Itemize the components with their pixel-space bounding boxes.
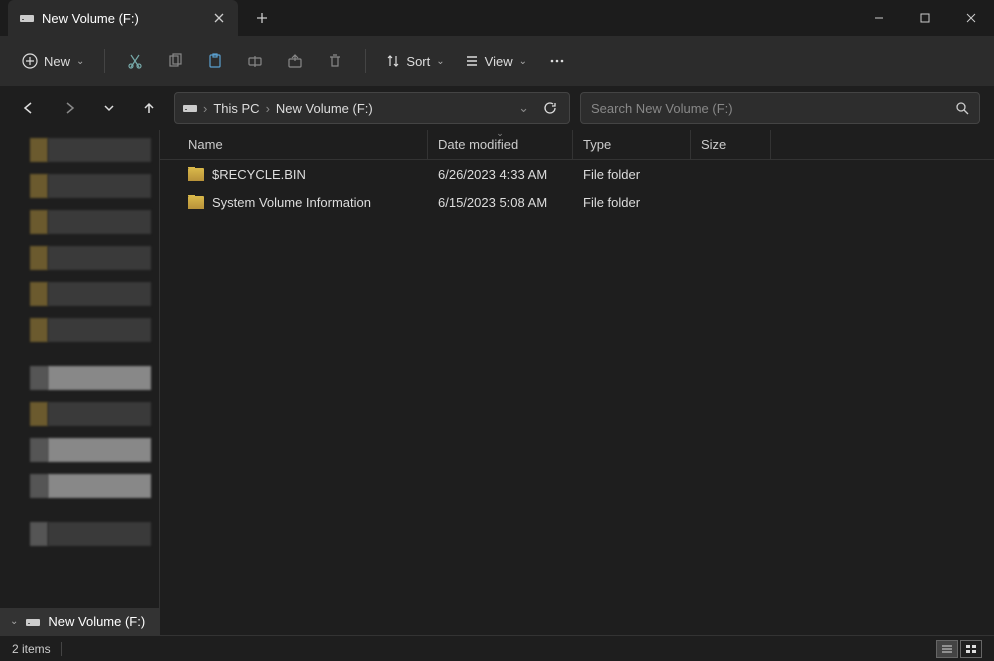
rename-button[interactable]	[237, 43, 273, 79]
file-name: $RECYCLE.BIN	[212, 167, 306, 182]
up-button[interactable]	[134, 93, 164, 123]
address-bar[interactable]: › This PC › New Volume (F:) ⌄	[174, 92, 570, 124]
details-view-button[interactable]	[936, 640, 958, 658]
breadcrumb-pc[interactable]: This PC	[213, 101, 259, 116]
sort-indicator-icon: ⌄	[496, 130, 504, 139]
chevron-down-icon: ⌄	[519, 56, 527, 67]
sort-button[interactable]: Sort ⌄	[378, 48, 452, 75]
back-button[interactable]	[14, 93, 44, 123]
folder-icon	[188, 196, 204, 209]
file-type: File folder	[573, 195, 691, 210]
new-tab-button[interactable]	[248, 4, 276, 32]
minimize-button[interactable]	[856, 0, 902, 36]
table-row[interactable]: $RECYCLE.BIN 6/26/2023 4:33 AMFile folder	[160, 160, 994, 188]
close-tab-button[interactable]	[212, 11, 226, 25]
search-icon[interactable]	[955, 101, 969, 115]
column-date[interactable]: ⌄Date modified	[428, 130, 573, 159]
folder-icon	[188, 168, 204, 181]
chevron-right-icon: ›	[266, 101, 270, 116]
navbar: › This PC › New Volume (F:) ⌄	[0, 86, 994, 130]
maximize-button[interactable]	[902, 0, 948, 36]
delete-button[interactable]	[317, 43, 353, 79]
close-window-button[interactable]	[948, 0, 994, 36]
copy-button[interactable]	[157, 43, 193, 79]
chevron-down-icon: ⌄	[76, 56, 84, 67]
thumbnails-view-button[interactable]	[960, 640, 982, 658]
search-input[interactable]	[591, 101, 955, 116]
more-button[interactable]	[539, 43, 575, 79]
view-icon	[465, 54, 479, 68]
forward-button[interactable]	[54, 93, 84, 123]
drive-icon	[183, 103, 197, 113]
cut-button[interactable]	[117, 43, 153, 79]
sidebar-drive-label: New Volume (F:)	[48, 614, 145, 629]
column-headers: Name ⌄Date modified Type Size	[160, 130, 994, 160]
breadcrumb-location[interactable]: New Volume (F:)	[276, 101, 373, 116]
chevron-down-icon: ⌄	[436, 56, 444, 67]
search-box[interactable]	[580, 92, 980, 124]
sidebar-item-drive[interactable]: ⌄ New Volume (F:)	[0, 608, 159, 635]
recent-button[interactable]	[94, 93, 124, 123]
tab-title: New Volume (F:)	[42, 11, 139, 26]
item-count: 2 items	[12, 642, 51, 656]
file-date: 6/15/2023 5:08 AM	[428, 195, 573, 210]
chevron-down-icon: ⌄	[10, 616, 18, 627]
sort-icon	[386, 54, 400, 68]
drive-icon	[20, 13, 34, 23]
view-button[interactable]: View ⌄	[457, 48, 535, 75]
file-type: File folder	[573, 167, 691, 182]
chevron-right-icon: ›	[203, 101, 207, 116]
column-name[interactable]: Name	[178, 130, 428, 159]
window-tab[interactable]: New Volume (F:)	[8, 0, 238, 36]
table-row[interactable]: System Volume Information 6/15/2023 5:08 …	[160, 188, 994, 216]
sidebar: ⌄ New Volume (F:)	[0, 130, 160, 635]
file-name: System Volume Information	[212, 195, 371, 210]
file-list: Name ⌄Date modified Type Size $RECYCLE.B…	[160, 130, 994, 635]
titlebar: New Volume (F:)	[0, 0, 994, 36]
statusbar: 2 items	[0, 635, 994, 661]
paste-button[interactable]	[197, 43, 233, 79]
column-type[interactable]: Type	[573, 130, 691, 159]
column-size[interactable]: Size	[691, 130, 771, 159]
file-date: 6/26/2023 4:33 AM	[428, 167, 573, 182]
address-dropdown[interactable]: ⌄	[514, 100, 533, 116]
share-button[interactable]	[277, 43, 313, 79]
toolbar: New ⌄ Sort ⌄ View ⌄	[0, 36, 994, 86]
sidebar-items-blurred	[0, 130, 159, 608]
drive-icon	[26, 617, 40, 627]
plus-circle-icon	[22, 53, 38, 69]
refresh-button[interactable]	[539, 101, 561, 115]
new-button[interactable]: New ⌄	[14, 47, 92, 75]
